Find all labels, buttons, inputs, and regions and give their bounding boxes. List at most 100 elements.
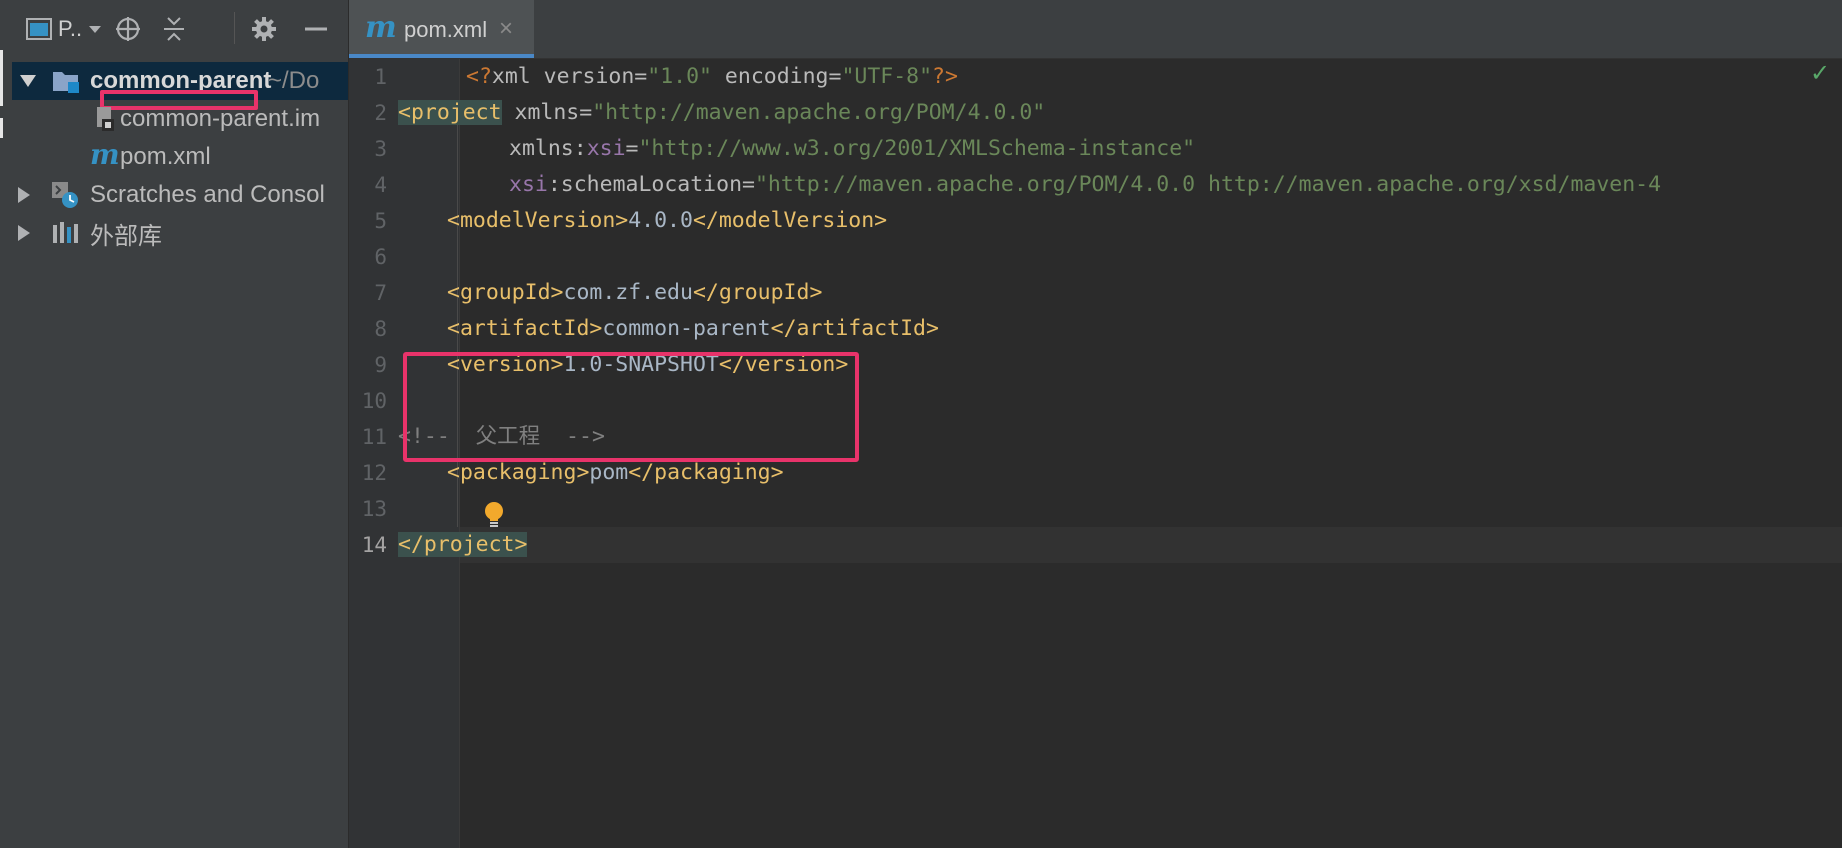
tag-close: </artifactId>	[770, 316, 939, 341]
gear-icon	[252, 17, 276, 41]
namespace: xsi	[586, 136, 626, 161]
code-line-7: <groupId>com.zf.edu</groupId>	[447, 275, 822, 311]
collapse-all-icon	[164, 17, 184, 41]
tree-item-pom-xml[interactable]: m pom.xml	[12, 138, 348, 176]
attr-value: "http://www.w3.org/2001/XMLSchema-instan…	[638, 136, 1196, 161]
tag-text: com.zf.edu	[563, 280, 693, 305]
tag-text: common-parent	[602, 316, 771, 341]
line-number: 9	[374, 353, 387, 377]
line-number: 6	[374, 245, 387, 269]
current-line-highlight	[460, 527, 1842, 563]
namespace: xsi	[509, 172, 548, 197]
collapse-all-button[interactable]	[158, 14, 190, 44]
attr-value: "http://maven.apache.org/POM/4.0.0"	[592, 100, 1046, 125]
line-number: 5	[374, 209, 387, 233]
inspection-ok-icon[interactable]: ✓	[1810, 59, 1830, 88]
equals: =	[828, 64, 842, 89]
tag-project-open: <project	[398, 100, 502, 125]
tag-text: 4.0.0	[628, 208, 693, 233]
tag-close: </modelVersion>	[692, 208, 888, 233]
project-view-label: P..	[58, 16, 83, 41]
equals: =	[579, 100, 593, 125]
attr-value: "1.0"	[647, 64, 712, 89]
attr-name: schemaLocation	[560, 172, 743, 197]
tree-item-iml-file[interactable]: common-parent.im	[12, 100, 348, 138]
close-icon[interactable]: ×	[499, 15, 513, 43]
lightbulb-icon[interactable]	[483, 501, 505, 529]
code-line-14: </project>	[398, 527, 528, 563]
expand-arrow-icon[interactable]	[20, 75, 36, 87]
line-number: 11	[361, 425, 387, 449]
code-line-8: <artifactId>common-parent</artifactId>	[447, 311, 939, 347]
line-number: 12	[361, 461, 387, 485]
minimize-icon	[305, 27, 327, 31]
tag-open: <packaging>	[447, 460, 590, 485]
colon: :	[547, 172, 561, 197]
tree-label: 外部库	[90, 222, 162, 250]
tag-text: pom	[589, 460, 629, 485]
tag-open: <modelVersion>	[447, 208, 629, 233]
pi-close: ?>	[932, 64, 958, 89]
line-number: 7	[374, 281, 387, 305]
toolbar-separator	[234, 12, 235, 44]
maven-icon: m	[90, 138, 120, 171]
tag-open: <artifactId>	[447, 316, 603, 341]
project-window-icon	[26, 18, 52, 40]
tag-close: </packaging>	[628, 460, 784, 485]
attr-name: xmlns	[509, 136, 574, 161]
expand-arrow-icon[interactable]	[18, 187, 30, 203]
attr-name: encoding	[711, 64, 829, 89]
code-line-5: <modelVersion>4.0.0</modelVersion>	[447, 203, 887, 239]
project-tool-marker[interactable]	[0, 50, 3, 106]
crosshair-icon	[116, 17, 140, 41]
iml-file-icon	[97, 107, 114, 131]
structure-tool-marker[interactable]	[0, 118, 3, 138]
line-number-current: 14	[361, 533, 387, 557]
pi-name: xml	[491, 64, 531, 89]
highlight-annotation-large	[403, 352, 859, 462]
module-folder-icon	[53, 72, 79, 93]
code-line-2: <project xmlns="http://maven.apache.org/…	[398, 95, 1045, 131]
settings-button[interactable]	[248, 14, 280, 44]
project-panel-toolbar: P..	[12, 0, 348, 58]
tree-label: Scratches and Consol	[90, 181, 325, 208]
pi-open: <?	[466, 64, 492, 89]
attr-name: xmlns	[501, 100, 580, 125]
line-number: 13	[361, 497, 387, 521]
line-number: 10	[361, 389, 387, 413]
tab-pom-xml[interactable]: m pom.xml ×	[349, 0, 534, 58]
maven-icon: m	[365, 10, 397, 45]
project-panel: P.. common-parent ~/Do common-parent.im …	[12, 0, 349, 848]
attr-name: version	[530, 64, 635, 89]
line-number: 1	[374, 65, 387, 89]
tag-close: </groupId>	[692, 280, 823, 305]
equals: =	[625, 136, 639, 161]
attr-value: "UTF-8"	[841, 64, 933, 89]
code-line-1: <?xml version="1.0" encoding="UTF-8"?>	[466, 59, 958, 95]
tree-label: pom.xml	[120, 143, 211, 170]
expand-arrow-icon[interactable]	[18, 225, 30, 241]
tree-item-external-libraries[interactable]: 外部库	[12, 214, 348, 252]
project-view-selector[interactable]: P..	[26, 14, 116, 44]
tag-project-close: </project>	[398, 532, 528, 557]
line-number: 2	[374, 101, 387, 125]
line-number: 8	[374, 317, 387, 341]
tree-item-scratches[interactable]: Scratches and Consol	[12, 176, 348, 214]
locate-file-button[interactable]	[112, 14, 144, 44]
attr-value: "http://maven.apache.org/POM/4.0.0 http:…	[754, 172, 1662, 197]
equals: =	[634, 64, 648, 89]
code-line-4: xsi:schemaLocation="http://maven.apache.…	[509, 167, 1661, 203]
tree-path-hint: ~/Do	[268, 67, 320, 94]
hide-panel-button[interactable]	[300, 14, 332, 44]
library-icon	[53, 222, 78, 243]
code-line-3: xmlns:xsi="http://www.w3.org/2001/XMLSch…	[509, 131, 1195, 167]
equals: =	[742, 172, 755, 197]
tree-label: common-parent.im	[120, 105, 321, 132]
line-number: 3	[374, 137, 387, 161]
editor-tab-bar: m pom.xml ×	[349, 0, 1842, 59]
colon: :	[573, 136, 587, 161]
tab-label: pom.xml	[404, 17, 488, 42]
scratches-icon	[52, 182, 78, 208]
dropdown-arrow-icon	[89, 26, 102, 33]
tag-open: <groupId>	[447, 280, 564, 305]
